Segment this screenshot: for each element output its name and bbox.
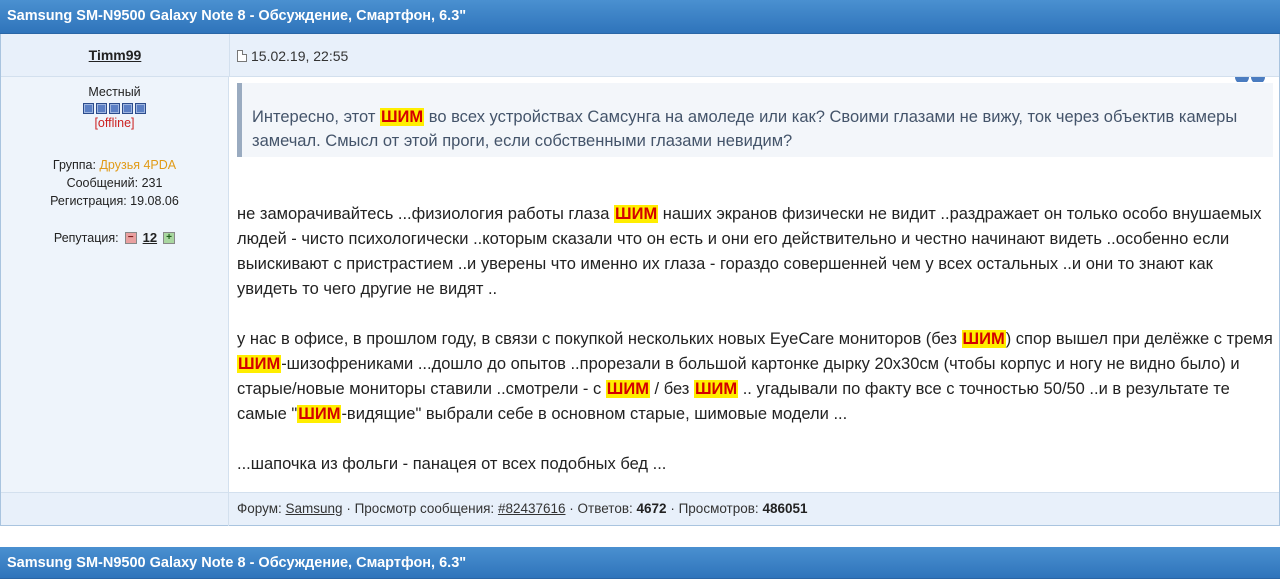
- author-rank: Местный: [88, 85, 141, 99]
- post-body: не заморачивайтесь ...физиология работы …: [237, 202, 1273, 492]
- author-reputation: Репутация: − 12 +: [1, 230, 228, 245]
- highlight-term: ШИМ: [237, 355, 282, 373]
- rank-star-icon: [109, 103, 120, 114]
- author-info: Группа: Друзья 4PDA Сообщений: 231 Регис…: [1, 156, 228, 210]
- footer-info: Форум: Samsung · Просмотр сообщения: #82…: [237, 501, 808, 516]
- highlight-term: ШИМ: [605, 380, 650, 398]
- author-group: Группа: Друзья 4PDA: [52, 158, 177, 172]
- highlight-term: ШИМ: [693, 380, 739, 398]
- views-count: 486051: [762, 501, 808, 516]
- rank-star-icon: [135, 103, 146, 114]
- forum-post: Timm99 15.02.19, 22:55 Местный [offline]…: [0, 34, 1280, 526]
- post-header: Timm99 15.02.19, 22:55: [1, 34, 1279, 77]
- replies-count: 4672: [636, 501, 667, 516]
- post-date: 15.02.19, 22:55: [237, 48, 348, 64]
- author-name-link[interactable]: Timm99: [1, 47, 229, 63]
- rank-star-icon: [83, 103, 94, 114]
- highlight-term: ШИМ: [614, 205, 659, 223]
- author-sidebar: Местный [offline] Группа: Друзья 4PDA Со…: [1, 77, 229, 492]
- author-messages: Сообщений: 231: [66, 176, 163, 190]
- author-group-link[interactable]: Друзья 4PDA: [99, 158, 176, 172]
- post-footer: Форум: Samsung · Просмотр сообщения: #82…: [1, 492, 1279, 526]
- topic-title-bar-next[interactable]: Samsung SM-N9500 Galaxy Note 8 - Обсужде…: [0, 547, 1280, 579]
- online-status: [offline]: [94, 116, 135, 130]
- minus-icon[interactable]: −: [124, 231, 137, 244]
- post-date-text: 15.02.19, 22:55: [251, 48, 349, 64]
- topic-title-bar[interactable]: Samsung SM-N9500 Galaxy Note 8 - Обсужде…: [0, 0, 1280, 34]
- reputation-label: Репутация:: [53, 230, 119, 245]
- reputation-value[interactable]: 12: [143, 230, 157, 245]
- post-content: Интересно, этот ШИМ во всех устройствах …: [237, 77, 1273, 492]
- highlight-term: ШИМ: [379, 108, 425, 126]
- post-quote: Интересно, этот ШИМ во всех устройствах …: [237, 83, 1273, 157]
- highlight-term: ШИМ: [297, 405, 342, 423]
- rank-star-icon: [96, 103, 107, 114]
- document-icon: [237, 50, 247, 62]
- quote-header-clipped: [237, 77, 1273, 82]
- post-permalink[interactable]: #82437616: [498, 501, 566, 516]
- plus-icon[interactable]: +: [163, 231, 176, 244]
- footer-side: [1, 493, 229, 526]
- rank-stars: [1, 103, 228, 114]
- highlight-term: ШИМ: [961, 330, 1006, 348]
- header-divider: [229, 34, 230, 77]
- post-paragraph: у нас в офисе, в прошлом году, в связи с…: [237, 330, 1273, 423]
- quote-icons: [1235, 77, 1265, 82]
- rank-star-icon: [122, 103, 133, 114]
- author-registration: Регистрация: 19.08.06: [50, 194, 179, 208]
- post-paragraph: ...шапочка из фольги - панацея от всех п…: [237, 455, 667, 473]
- post-paragraph: не заморачивайтесь ...физиология работы …: [237, 205, 1262, 298]
- forum-link[interactable]: Samsung: [286, 501, 343, 516]
